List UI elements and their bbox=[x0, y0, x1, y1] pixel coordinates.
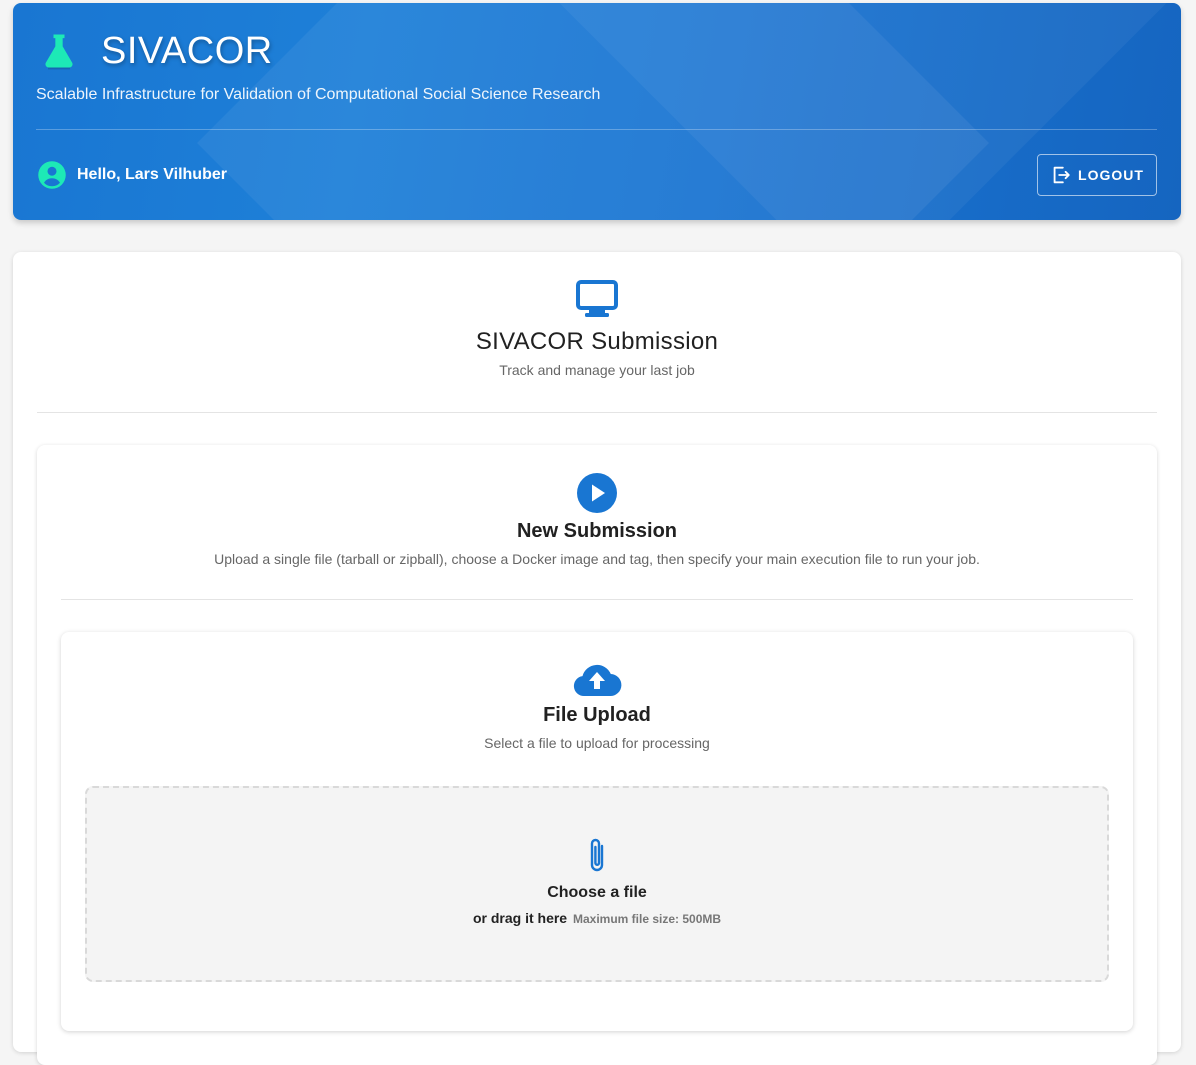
max-file-size: Maximum file size: 500MB bbox=[572, 912, 722, 926]
file-dropzone[interactable]: Choose a file or drag it here Maximum fi… bbox=[85, 786, 1109, 982]
account-circle-icon bbox=[38, 161, 66, 189]
file-upload-subtitle: Select a file to upload for processing bbox=[484, 735, 710, 751]
logout-icon bbox=[1053, 166, 1070, 184]
file-upload-card: File Upload Select a file to upload for … bbox=[61, 632, 1133, 1031]
choose-file-label[interactable]: Choose a file bbox=[87, 884, 1107, 902]
logout-button[interactable]: LOGOUT bbox=[1037, 154, 1157, 196]
new-submission-title: New Submission bbox=[516, 520, 678, 542]
logout-label: LOGOUT bbox=[1078, 167, 1144, 183]
app-header: SIVACOR Scalable Infrastructure for Vali… bbox=[13, 3, 1181, 220]
section-divider bbox=[61, 599, 1133, 600]
file-upload-header: File Upload Select a file to upload for … bbox=[61, 662, 1133, 751]
submission-panel: SIVACOR Submission Track and manage your… bbox=[13, 252, 1181, 1065]
brand: SIVACOR bbox=[37, 29, 273, 73]
submission-panel-header: SIVACOR Submission Track and manage your… bbox=[13, 280, 1181, 378]
app-title: SIVACOR bbox=[101, 29, 273, 72]
play-circle-icon bbox=[577, 473, 617, 513]
header-divider bbox=[36, 129, 1157, 130]
new-submission-header: New Submission Upload a single file (tar… bbox=[37, 472, 1157, 567]
user-info: Hello, Lars Vilhuber bbox=[37, 160, 227, 190]
paperclip-icon bbox=[590, 838, 604, 872]
drag-hint: or drag it here Maximum file size: 500MB bbox=[87, 910, 1107, 926]
new-submission-description: Upload a single file (tarball or zipball… bbox=[214, 551, 980, 567]
user-greeting: Hello, Lars Vilhuber bbox=[77, 166, 227, 183]
section-divider bbox=[37, 412, 1157, 413]
page-title: SIVACOR Submission bbox=[475, 328, 719, 355]
app-subtitle: Scalable Infrastructure for Validation o… bbox=[36, 86, 601, 103]
drag-label: or drag it here bbox=[472, 910, 568, 926]
monitor-icon bbox=[576, 280, 618, 317]
cloud-upload-icon bbox=[573, 664, 622, 697]
page-subtitle: Track and manage your last job bbox=[499, 362, 695, 378]
flask-icon bbox=[45, 34, 73, 70]
new-submission-card: New Submission Upload a single file (tar… bbox=[37, 445, 1157, 1065]
file-upload-title: File Upload bbox=[543, 704, 651, 726]
